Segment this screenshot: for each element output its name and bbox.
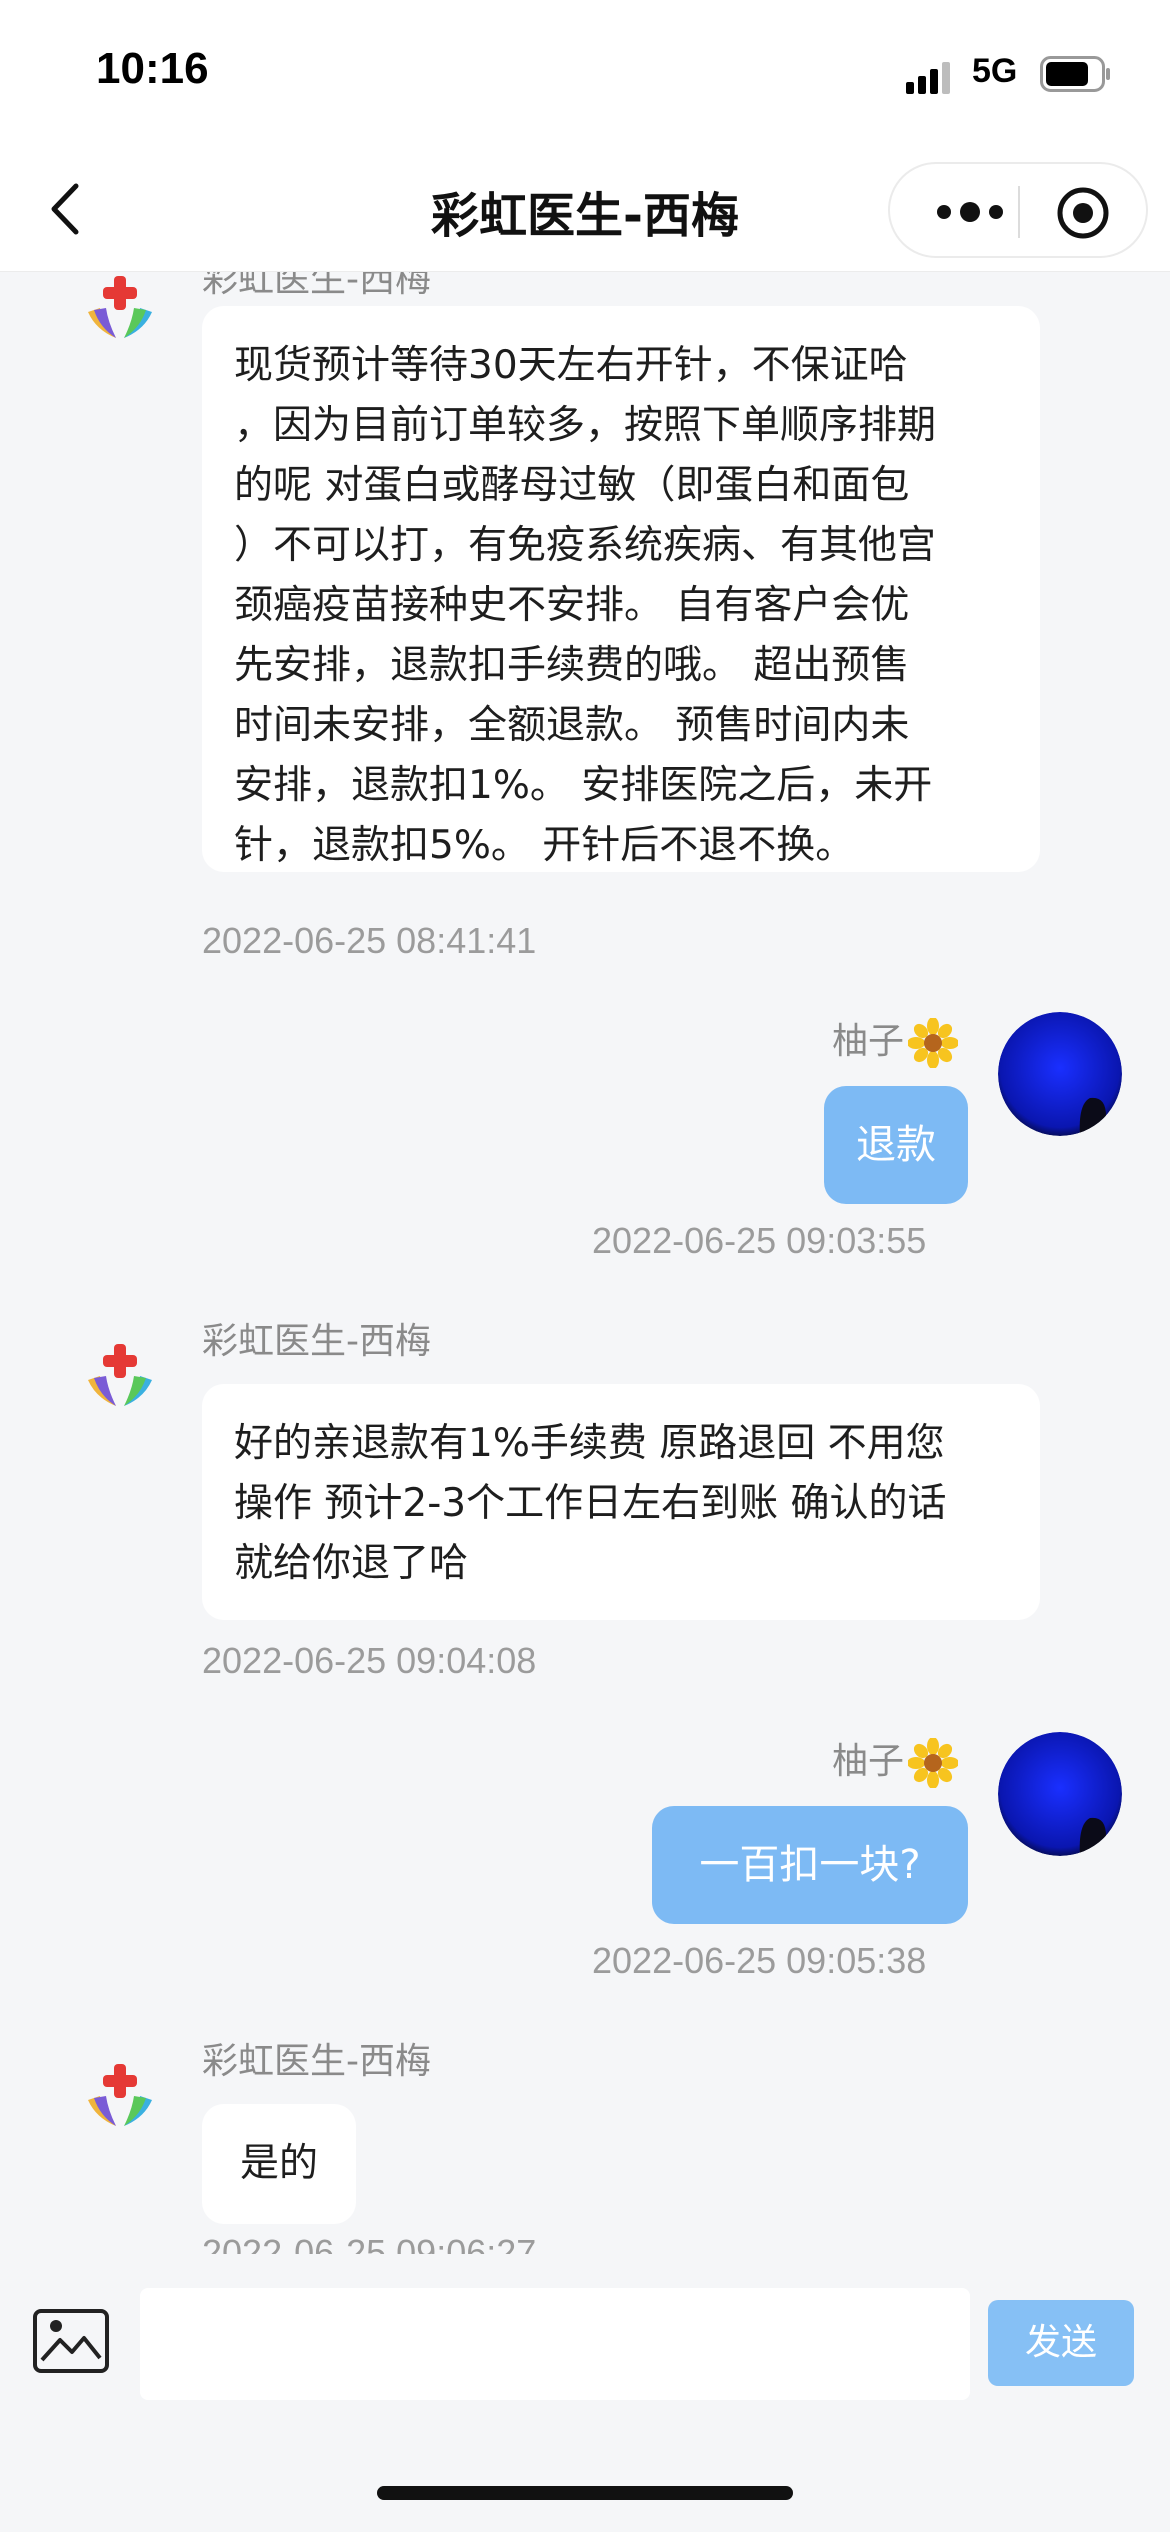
- message-line: 好的亲退款有1%手续费 原路退回 不用您: [234, 1421, 945, 1466]
- battery-icon: [1040, 56, 1110, 92]
- sender-name: 彩虹医生-西梅: [202, 2041, 431, 2082]
- capsule-divider: [1018, 186, 1020, 238]
- message-timestamp: 2022-06-25 08:41:41: [202, 920, 537, 961]
- message-timestamp: 2022-06-25 09:06:27: [202, 2232, 537, 2254]
- network-label: 5G: [972, 52, 1018, 90]
- doctor-avatar-icon[interactable]: [82, 1340, 158, 1416]
- user-avatar[interactable]: [998, 1732, 1122, 1856]
- sunflower-emoji-icon: [908, 1738, 959, 1788]
- message-line: 的呢 对蛋白或酵母过敏（即蛋白和面包: [234, 463, 910, 508]
- sender-name: 柚子: [832, 1741, 905, 1782]
- message-timestamp: 2022-06-25 09:05:38: [592, 1940, 927, 1981]
- doctor-avatar-icon[interactable]: [82, 2060, 158, 2136]
- status-bar: 10:16 5G: [0, 0, 1170, 148]
- sender-name: 彩虹医生-西梅: [202, 1321, 431, 1362]
- miniprogram-capsule: [888, 162, 1148, 258]
- sunflower-emoji-icon: [908, 1018, 959, 1068]
- message-bubble-incoming[interactable]: 好的亲退款有1%手续费 原路退回 不用您 操作 预计2-3个工作日左右到账 确认…: [202, 1384, 1040, 1620]
- message-timestamp: 2022-06-25 09:04:08: [202, 1640, 537, 1681]
- message-line: 操作 预计2-3个工作日左右到账 确认的话: [234, 1481, 947, 1526]
- message-bubble-incoming[interactable]: 是的: [202, 2104, 356, 2224]
- message-line: 针，退款扣5%。 开针后不退不换。: [234, 823, 855, 868]
- user-avatar[interactable]: [998, 1012, 1122, 1136]
- message-line: 时间未安排，全额退款。 预售时间内未: [234, 703, 910, 748]
- home-indicator[interactable]: [377, 2486, 793, 2500]
- message-line: 颈癌疫苗接种史不安排。 自有客户会优: [234, 583, 910, 628]
- send-button[interactable]: 发送: [988, 2300, 1134, 2386]
- more-dots-icon[interactable]: [930, 190, 1010, 234]
- nav-bar: 彩虹医生-西梅: [0, 148, 1170, 272]
- message-line: ）不可以打，有免疫系统疾病、有其他宫: [234, 523, 937, 568]
- image-picker-icon[interactable]: [32, 2308, 110, 2374]
- sender-name-row: 柚子: [832, 1732, 959, 1788]
- message-line: 现货预计等待30天左右开针，不保证哈: [234, 343, 908, 388]
- message-bubble-incoming[interactable]: 现货预计等待30天左右开针，不保证哈 ，因为目前订单较多，按照下单顺序排期 的呢…: [202, 306, 1040, 872]
- sender-name: 彩虹医生-西梅: [202, 272, 431, 300]
- sender-name-row: 柚子: [832, 1012, 959, 1068]
- doctor-avatar-icon[interactable]: [82, 272, 158, 348]
- chat-screen: 10:16 5G 彩虹医生-西梅 彩虹医生-西梅 现货预计等待30天左右开针，不…: [0, 0, 1170, 2532]
- message-bubble-outgoing[interactable]: 一百扣一块?: [652, 1806, 968, 1924]
- message-line: 安排，退款扣1%。 安排医院之后，未开: [234, 763, 933, 808]
- signal-icon: [906, 62, 950, 94]
- target-circle-icon[interactable]: [1056, 186, 1110, 240]
- chat-message-list[interactable]: 彩虹医生-西梅 现货预计等待30天左右开针，不保证哈 ，因为目前订单较多，按照下…: [0, 272, 1170, 2254]
- message-line: ，因为目前订单较多，按照下单顺序排期: [234, 403, 937, 448]
- message-line: 就给你退了哈: [234, 1541, 469, 1586]
- message-timestamp: 2022-06-25 09:03:55: [592, 1220, 927, 1261]
- sender-name: 柚子: [832, 1021, 905, 1062]
- message-bubble-outgoing[interactable]: 退款: [824, 1086, 968, 1204]
- message-input[interactable]: [140, 2288, 970, 2400]
- message-line: 先安排，退款扣手续费的哦。 超出预售: [234, 643, 910, 688]
- status-time: 10:16: [96, 44, 209, 93]
